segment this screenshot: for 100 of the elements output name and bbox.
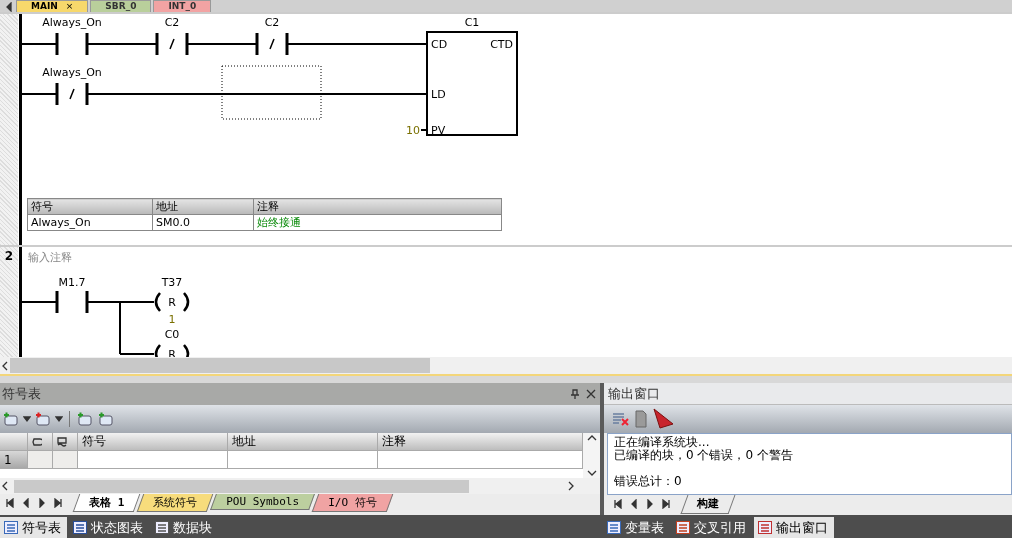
- normally-closed-contact: [255, 33, 289, 55]
- scroll-up-icon: [586, 433, 597, 443]
- list-icon: [676, 521, 690, 534]
- panel-title: 符号表: [2, 385, 42, 403]
- sheet-tab[interactable]: 表格 1: [72, 494, 141, 512]
- coil-count: 1: [168, 313, 176, 326]
- table-cell[interactable]: [378, 451, 583, 469]
- operand-label: C2: [164, 16, 180, 29]
- operand-label: C2: [264, 16, 280, 29]
- counter-name: C1: [464, 16, 480, 29]
- first-icon: [5, 498, 15, 508]
- sheet-tab[interactable]: POU Symbols: [210, 494, 315, 510]
- prev-icon: [629, 499, 639, 509]
- window-icon: [758, 521, 772, 534]
- rung-wire: [186, 43, 258, 45]
- close-icon[interactable]: ×: [65, 1, 74, 12]
- output-message: 已编译的块，0 个错误，0 个警告: [614, 449, 794, 462]
- operand-label: Always_On: [42, 16, 102, 29]
- variable-table-icon: [607, 521, 621, 534]
- column-header: 地址: [152, 198, 254, 215]
- table-cell: SM0.0: [152, 214, 254, 231]
- rung-wire: [420, 129, 428, 131]
- delete-symbol-icon: [34, 410, 52, 428]
- scroll-left-icon: [4, 2, 14, 12]
- normally-closed-contact: [55, 83, 89, 105]
- comment-tag-icon: [57, 436, 67, 447]
- symbol-table-icon: [4, 521, 18, 534]
- pin-label: PV: [431, 124, 446, 137]
- dock-tab[interactable]: 输出窗口: [754, 517, 834, 538]
- pin-icon: [570, 389, 580, 399]
- dock-tab[interactable]: 状态图表: [69, 517, 149, 538]
- tag-icon: [32, 436, 42, 447]
- operand-label: M1.7: [58, 276, 86, 289]
- scroll-thumb[interactable]: [14, 479, 469, 493]
- pin-label: LD: [431, 88, 446, 101]
- dock-tab[interactable]: 变量表: [603, 517, 670, 538]
- normally-open-contact: [55, 291, 89, 313]
- column-header: 地址: [228, 433, 378, 451]
- editor-tab[interactable]: SBR_0: [90, 0, 152, 12]
- pin-label: CD: [431, 38, 448, 51]
- panel-title: 输出窗口: [608, 384, 660, 403]
- row-number: 1: [0, 451, 28, 469]
- caret-icon: [55, 414, 63, 424]
- table-cell[interactable]: [78, 451, 228, 469]
- column-header: 注释: [253, 198, 502, 215]
- operand-label: T37: [161, 276, 183, 289]
- normally-closed-contact: [155, 33, 189, 55]
- rung-wire: [22, 93, 58, 95]
- table-cell: 始终接通: [253, 214, 502, 231]
- counter-type: CTD: [490, 38, 513, 51]
- sheet-tab[interactable]: I/O 符号: [311, 494, 393, 512]
- network-number: 2: [4, 249, 14, 263]
- rung-wire: [86, 43, 158, 45]
- output-message: 正在编译系统块...: [614, 436, 711, 449]
- scroll-down-icon: [586, 468, 597, 478]
- scroll-left-icon: [0, 481, 10, 491]
- table-cell: Always_On: [27, 214, 153, 231]
- scroll-thumb[interactable]: [10, 358, 430, 373]
- close-icon: [586, 389, 596, 399]
- network-comment: 输入注释: [27, 250, 73, 266]
- output-message: 错误总计：0: [614, 475, 683, 488]
- dock-tab[interactable]: 数据块: [151, 517, 218, 538]
- column-header: 符号: [27, 198, 153, 215]
- normally-open-contact: [55, 33, 89, 55]
- editor-tab[interactable]: MAIN ×: [16, 0, 89, 12]
- table-cell[interactable]: [228, 451, 378, 469]
- mouse-pointer-icon: [652, 408, 674, 430]
- last-icon: [53, 498, 63, 508]
- editor-tab[interactable]: INT_0: [153, 0, 212, 12]
- column-header: 符号: [78, 433, 228, 451]
- column-header[interactable]: [53, 433, 78, 451]
- operand-label: C0: [164, 328, 180, 341]
- sheet-tab[interactable]: 系统符号: [136, 494, 214, 512]
- caret-icon: [23, 414, 31, 424]
- scroll-right-icon: [566, 481, 576, 491]
- document-icon: [155, 521, 169, 534]
- preset-value: 10: [406, 124, 420, 137]
- rung-wire: [22, 43, 58, 45]
- coil-instruction: R: [168, 296, 176, 309]
- scroll-left-icon: [0, 360, 10, 371]
- column-header: 注释: [378, 433, 583, 451]
- operand-label: Always_On: [42, 66, 102, 79]
- output-tab[interactable]: 构建: [680, 495, 736, 514]
- first-icon: [613, 499, 623, 509]
- last-icon: [661, 499, 671, 509]
- coil: [154, 292, 190, 312]
- document-icon: [634, 410, 648, 428]
- table-cell: [28, 451, 53, 469]
- rung-wire: [22, 301, 58, 303]
- add-symbol-icon: [2, 410, 20, 428]
- next-icon: [645, 499, 655, 509]
- next-icon: [37, 498, 47, 508]
- row-header: [0, 433, 28, 451]
- column-header[interactable]: [28, 433, 53, 451]
- prev-icon: [21, 498, 31, 508]
- dock-tab[interactable]: 交叉引用: [672, 517, 752, 538]
- clear-icon: [612, 411, 630, 427]
- dock-tab[interactable]: 符号表: [0, 517, 67, 538]
- table-icon: [73, 521, 87, 534]
- table-cell: [53, 451, 78, 469]
